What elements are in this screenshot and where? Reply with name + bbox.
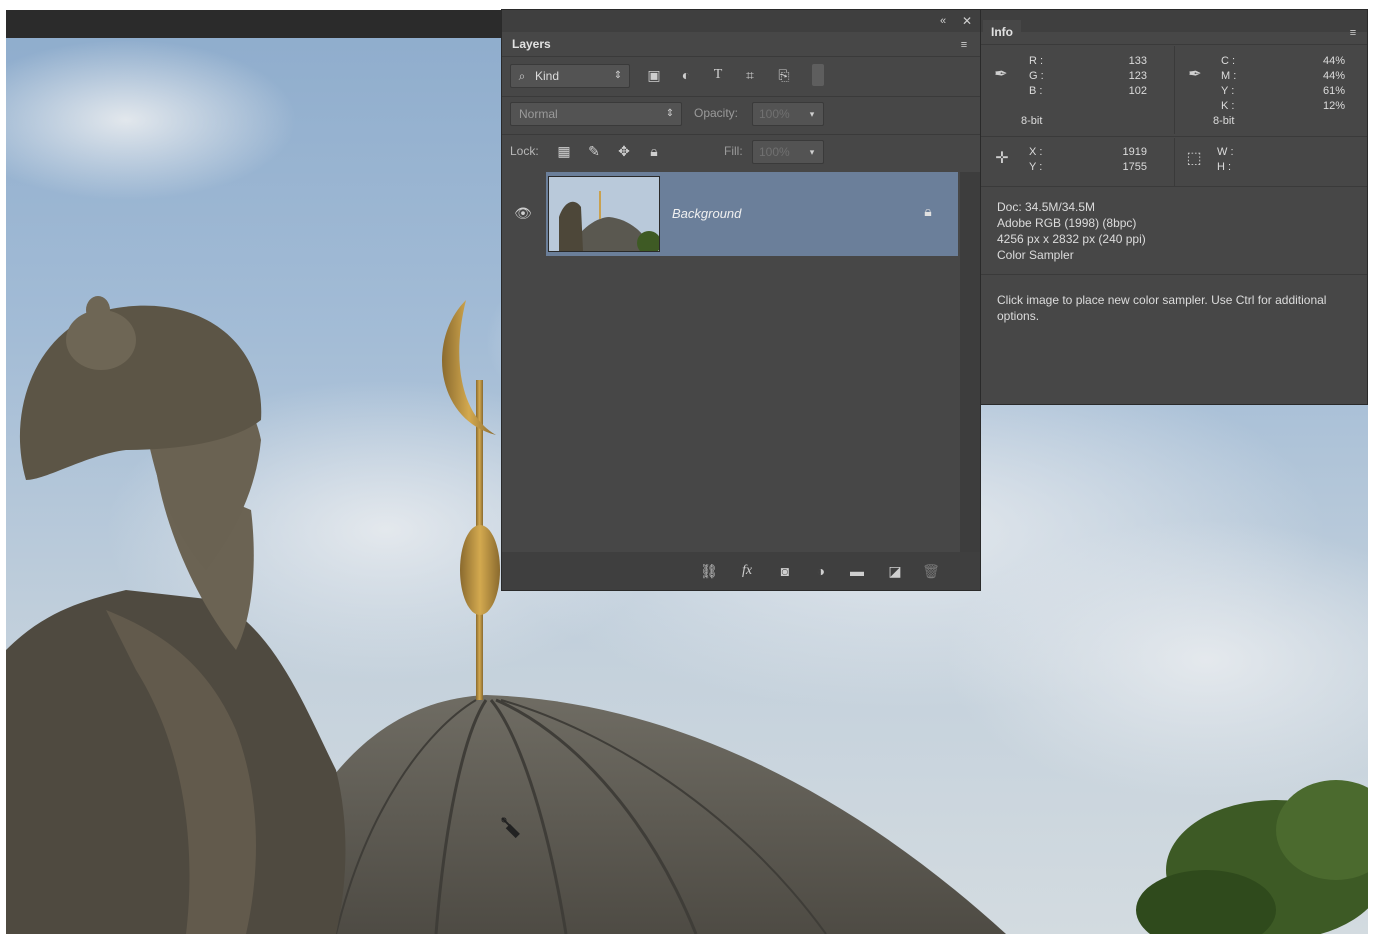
info-color-profile: Adobe RGB (1998) (8bpc) [997, 216, 1137, 230]
info-y-pos-value: 1755 [1122, 161, 1147, 173]
fill-field[interactable]: 100% ▾ [752, 140, 824, 164]
lock-transparent-pixels-icon[interactable]: ▦ [554, 142, 574, 160]
layers-panel-title-strip: « ✕ [502, 10, 980, 32]
filter-type-icon[interactable]: T [708, 66, 728, 84]
info-cmyk-depth: 8-bit [1213, 115, 1235, 127]
info-h-label: H : [1217, 161, 1232, 173]
search-icon: ⌕ [518, 69, 526, 83]
eyedropper-icon: ✒︎ [994, 66, 1008, 83]
info-m-label: M : [1221, 70, 1237, 82]
info-b-label: B : [1029, 85, 1043, 97]
filter-shape-icon[interactable]: ⌗ [740, 66, 760, 84]
link-layers-icon[interactable]: ⛓︎ [698, 562, 720, 580]
info-rgb-depth: 8-bit [1021, 115, 1043, 127]
info-dimensions: 4256 px x 2832 px (240 ppi) [997, 232, 1146, 246]
add-mask-icon[interactable]: ◙ [774, 562, 796, 580]
close-icon[interactable]: ✕ [958, 12, 976, 30]
blend-mode-select[interactable]: Normal ⇕ [510, 102, 682, 126]
layer-list-scrollbar[interactable] [960, 172, 980, 552]
filter-kind-label: Kind [535, 69, 560, 83]
info-hint-text: Click image to place new color sampler. … [997, 293, 1327, 323]
opacity-value: 100% [759, 107, 790, 121]
info-y-pos-label: Y : [1029, 161, 1043, 173]
info-current-tool: Color Sampler [997, 248, 1074, 262]
panel-menu-icon[interactable]: ≡ [954, 36, 974, 54]
info-x-value: 1919 [1122, 146, 1147, 158]
info-panel: Info ≡ ✒︎ R : G : B : 133 123 102 8-bit … [981, 10, 1367, 404]
info-y-label: Y : [1221, 85, 1235, 97]
opacity-field[interactable]: 100% ▾ [752, 102, 824, 126]
visibility-eye-icon[interactable]: 👁︎ [512, 204, 534, 222]
panel-menu-icon[interactable]: ≡ [1343, 24, 1363, 42]
layer-lock-icon: 🔒︎ [924, 203, 932, 219]
info-c-label: C : [1221, 55, 1236, 67]
lock-label: Lock: [510, 144, 539, 158]
filter-kind-select[interactable]: ⌕ Kind ⇕ [510, 64, 630, 88]
info-w-label: W : [1217, 146, 1234, 158]
info-x-label: X : [1029, 146, 1043, 158]
layer-name[interactable]: Background [672, 206, 741, 221]
chevron-down-icon[interactable]: ▾ [805, 143, 819, 161]
lock-position-icon[interactable]: ✥ [614, 142, 634, 160]
info-r-label: R : [1029, 55, 1044, 67]
delete-layer-icon[interactable]: 🗑︎ [920, 562, 942, 580]
lock-all-icon[interactable]: 🔒︎ [644, 142, 664, 160]
chevron-down-icon[interactable]: ▾ [805, 105, 819, 123]
filter-adjustment-icon[interactable]: ◐ [676, 66, 696, 84]
collapse-icon[interactable]: « [934, 12, 952, 30]
blend-mode-value: Normal [519, 107, 558, 121]
filter-pixel-icon[interactable]: ▣ [644, 66, 664, 84]
tab-layers[interactable]: Layers [504, 33, 559, 55]
info-b-value: 102 [1128, 85, 1147, 97]
add-layer-style-icon[interactable]: fx [736, 562, 758, 580]
filter-toggle[interactable] [812, 64, 824, 86]
info-g-label: G : [1029, 70, 1044, 82]
spinner-arrows-icon: ⇕ [613, 70, 623, 81]
document-top-bar [6, 10, 502, 38]
info-c-value: 44% [1322, 55, 1345, 67]
info-doc-size: Doc: 34.5M/34.5M [997, 200, 1096, 214]
eyedropper-icon: ✒︎ [1188, 66, 1202, 83]
crosshair-icon: ✛ [995, 150, 1009, 167]
info-y-value: 61% [1322, 85, 1345, 97]
opacity-label: Opacity: [694, 106, 739, 120]
info-panel-title-strip [981, 10, 1367, 32]
new-group-icon[interactable]: ▬ [846, 562, 868, 580]
layers-panel: « ✕ Layers ≡ ⌕ Kind ⇕ ▣ ◐ T ⌗ ⎘ Normal ⇕… [502, 10, 980, 590]
info-m-value: 44% [1322, 70, 1345, 82]
lock-image-pixels-icon[interactable]: ✎ [584, 142, 604, 160]
new-layer-icon[interactable]: ◪ [884, 562, 906, 580]
selection-size-icon: ⬚ [1186, 150, 1202, 167]
info-k-value: 12% [1322, 100, 1345, 112]
new-adjustment-layer-icon[interactable]: ◑ [810, 562, 832, 580]
layer-thumbnail [548, 176, 661, 255]
fill-value: 100% [759, 145, 790, 159]
fill-label: Fill: [724, 144, 743, 158]
tab-info[interactable]: Info [983, 20, 1021, 44]
filter-smart-object-icon[interactable]: ⎘ [774, 66, 794, 84]
info-g-value: 123 [1128, 70, 1147, 82]
spinner-arrows-icon: ⇕ [665, 108, 675, 119]
info-r-value: 133 [1128, 55, 1147, 67]
info-k-label: K : [1221, 100, 1235, 112]
layer-row-background[interactable]: Background 🔒︎ [546, 172, 958, 256]
layers-panel-footer: ⛓︎ fx ◙ ◑ ▬ ◪ 🗑︎ [502, 552, 980, 590]
